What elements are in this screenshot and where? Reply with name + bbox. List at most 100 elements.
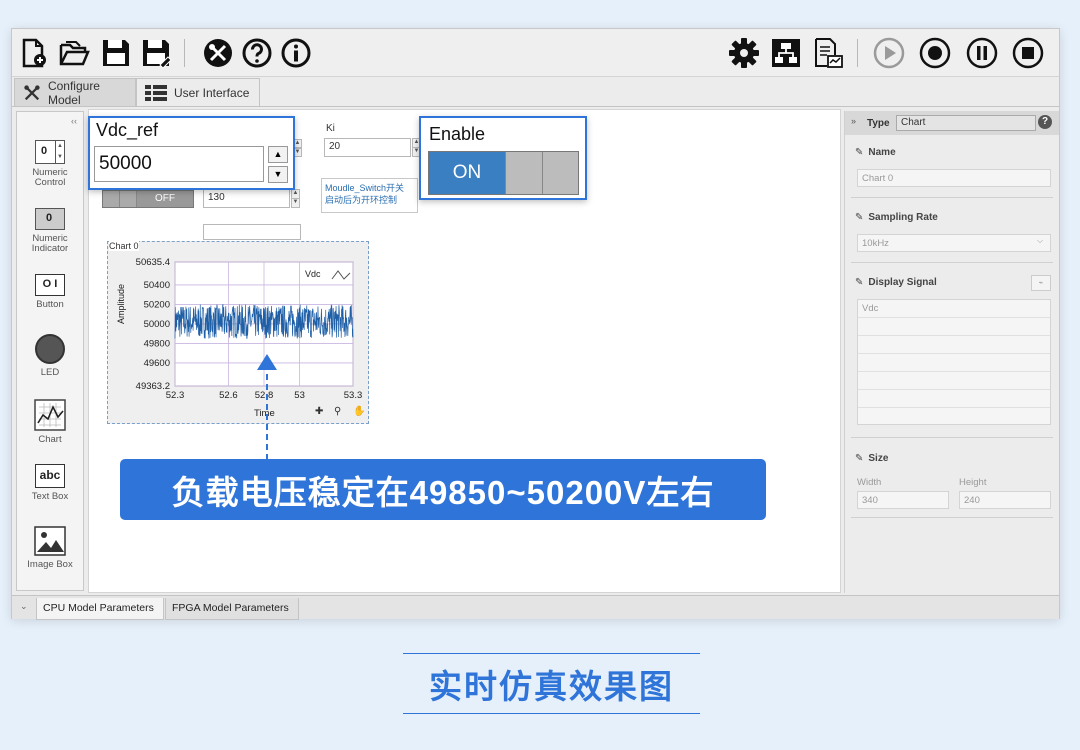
- palette-label: Numeric Indicator: [31, 233, 69, 254]
- y-axis-label: Amplitude: [116, 283, 126, 324]
- collapse-icon[interactable]: ⌄: [20, 601, 28, 612]
- palette-label: Button: [36, 299, 64, 310]
- palette-numeric-indicator[interactable]: 0 Numeric Indicator: [17, 208, 83, 254]
- enable-title: Enable: [429, 124, 486, 144]
- sampling-rate-select[interactable]: 10kHz: [857, 234, 1051, 252]
- palette-text-box[interactable]: abc Text Box: [17, 464, 83, 502]
- y-tick-label: 49800: [144, 338, 170, 349]
- switch-note-textbox: Moudle_Switch开关 启动后为开环控制: [321, 178, 418, 213]
- type-label: Type: [867, 118, 890, 129]
- tab-label: User Interface: [174, 85, 250, 100]
- display-signal-list[interactable]: Vdc: [857, 299, 1051, 425]
- help-icon[interactable]: [241, 37, 273, 69]
- chart-container[interactable]: Chart 0 50635.4 50400 50200 50000 49800 49600…: [107, 241, 369, 424]
- palette-label: Image Box: [27, 559, 73, 570]
- chevron-down-icon[interactable]: ⌵: [1037, 236, 1043, 246]
- properties-panel: » Type Chart ? ✎ Name Chart 0 ✎ Sampling R…: [844, 111, 1059, 593]
- text-box-icon: abc: [35, 464, 65, 488]
- spin-down[interactable]: ▼: [291, 198, 300, 208]
- size-heading: ✎ Size: [855, 453, 889, 464]
- y-tick-label: 49600: [144, 358, 170, 369]
- mode-tabs: Configure Model User Interface: [12, 77, 1059, 107]
- palette-label: Numeric Control: [32, 167, 68, 188]
- divider: [851, 262, 1053, 263]
- switch-off-toggle[interactable]: OFF: [102, 190, 194, 208]
- numeric-control-icon: 0 ▲ ▼: [35, 140, 65, 164]
- ki-input[interactable]: 20: [324, 138, 411, 157]
- palette-label: LED: [40, 367, 60, 378]
- toolbar-separator: [857, 39, 858, 67]
- signal-list-item[interactable]: Vdc: [858, 300, 1050, 318]
- component-palette: ‹‹ 0 ▲ ▼ Numeric Control 0 Numeric Indica…: [16, 111, 84, 591]
- tools-icon[interactable]: [202, 37, 234, 69]
- enable-toggle[interactable]: ON: [428, 151, 579, 195]
- kp-value-field[interactable]: [203, 224, 301, 240]
- app-window: Configure Model User Interface ‹‹ 0 ▲ ▼ N…: [11, 28, 1060, 620]
- palette-chart[interactable]: Chart: [17, 399, 83, 445]
- sampling-rate-heading: ✎ Sampling Rate: [855, 212, 938, 223]
- tab-fpga-model-parameters[interactable]: FPGA Model Parameters: [165, 598, 299, 620]
- name-heading: ✎ Name: [855, 147, 896, 158]
- vdc-ref-popup[interactable]: Vdc_ref 50000 ▲ ▼: [88, 116, 295, 190]
- cursor-tool-icon[interactable]: ✚: [315, 406, 323, 417]
- vdc-ref-spin-down[interactable]: ▼: [268, 166, 288, 183]
- off-label: OFF: [155, 193, 175, 204]
- y-tick-label: 50000: [144, 319, 170, 330]
- palette-numeric-control[interactable]: 0 ▲ ▼ Numeric Control: [17, 140, 83, 188]
- y-tick-label: 50200: [144, 299, 170, 310]
- pause-icon[interactable]: [966, 37, 998, 69]
- tab-user-interface[interactable]: User Interface: [136, 78, 260, 106]
- edit-pencil-icon: ✎: [855, 453, 864, 464]
- open-folder-icon[interactable]: [58, 37, 90, 69]
- enable-popup[interactable]: Enable ON: [419, 116, 587, 200]
- numeric-indicator-icon: 0: [35, 208, 65, 230]
- edit-pencil-icon: ✎: [855, 212, 864, 223]
- pan-hand-icon[interactable]: ✋: [353, 406, 365, 417]
- tab-configure-model[interactable]: Configure Model: [14, 78, 136, 107]
- gear-icon[interactable]: [728, 37, 760, 69]
- width-input[interactable]: 340: [857, 491, 949, 509]
- signal-picker-icon[interactable]: ⌁: [1031, 275, 1051, 291]
- play-icon[interactable]: [873, 37, 905, 69]
- list-icon: [145, 84, 167, 101]
- collapse-palette-icon[interactable]: ‹‹: [71, 116, 77, 126]
- save-as-icon[interactable]: [140, 37, 172, 69]
- type-field: Chart: [896, 115, 1036, 131]
- edit-pencil-icon: ✎: [855, 147, 864, 158]
- save-icon[interactable]: [100, 37, 132, 69]
- palette-led[interactable]: LED: [17, 334, 83, 378]
- record-icon[interactable]: [919, 37, 951, 69]
- annotation-arrow: [257, 354, 277, 460]
- parameter-tabs: ⌄ CPU Model Parameters FPGA Model Parame…: [12, 595, 1059, 620]
- x-tick-label: 53: [294, 390, 305, 401]
- figure-caption: 实时仿真效果图: [403, 653, 700, 714]
- export-report-icon[interactable]: [812, 37, 844, 69]
- tab-cpu-model-parameters[interactable]: CPU Model Parameters: [36, 598, 164, 620]
- info-icon[interactable]: [280, 37, 312, 69]
- param-input-130[interactable]: 130: [203, 189, 290, 208]
- palette-image-box[interactable]: Image Box: [17, 526, 83, 570]
- palette-label: Text Box: [31, 491, 69, 502]
- divider: [851, 197, 1053, 198]
- image-box-icon: [34, 526, 66, 556]
- y-tick-label: 50400: [144, 280, 170, 291]
- edit-pencil-icon: ✎: [855, 277, 864, 288]
- x-tick-label: 52.6: [219, 390, 238, 401]
- expand-icon[interactable]: »: [851, 116, 856, 126]
- vdc-ref-spin-up[interactable]: ▲: [268, 146, 288, 163]
- name-input[interactable]: Chart 0: [857, 169, 1051, 187]
- palette-button[interactable]: O I Button: [17, 274, 83, 310]
- help-icon[interactable]: ?: [1038, 115, 1052, 129]
- toolbar-separator: [184, 39, 185, 67]
- button-icon: O I: [35, 274, 65, 296]
- chart-icon: [34, 399, 66, 431]
- network-icon[interactable]: [770, 37, 802, 69]
- ki-label: Ki: [326, 123, 335, 134]
- annotation-banner: 负载电压稳定在49850~50200V左右: [120, 459, 766, 520]
- tab-label: Configure Model: [47, 78, 100, 107]
- vdc-ref-input[interactable]: 50000: [94, 146, 264, 182]
- height-input[interactable]: 240: [959, 491, 1051, 509]
- new-file-icon[interactable]: [18, 37, 50, 69]
- zoom-tool-icon[interactable]: ⚲: [334, 406, 341, 417]
- stop-icon[interactable]: [1012, 37, 1044, 69]
